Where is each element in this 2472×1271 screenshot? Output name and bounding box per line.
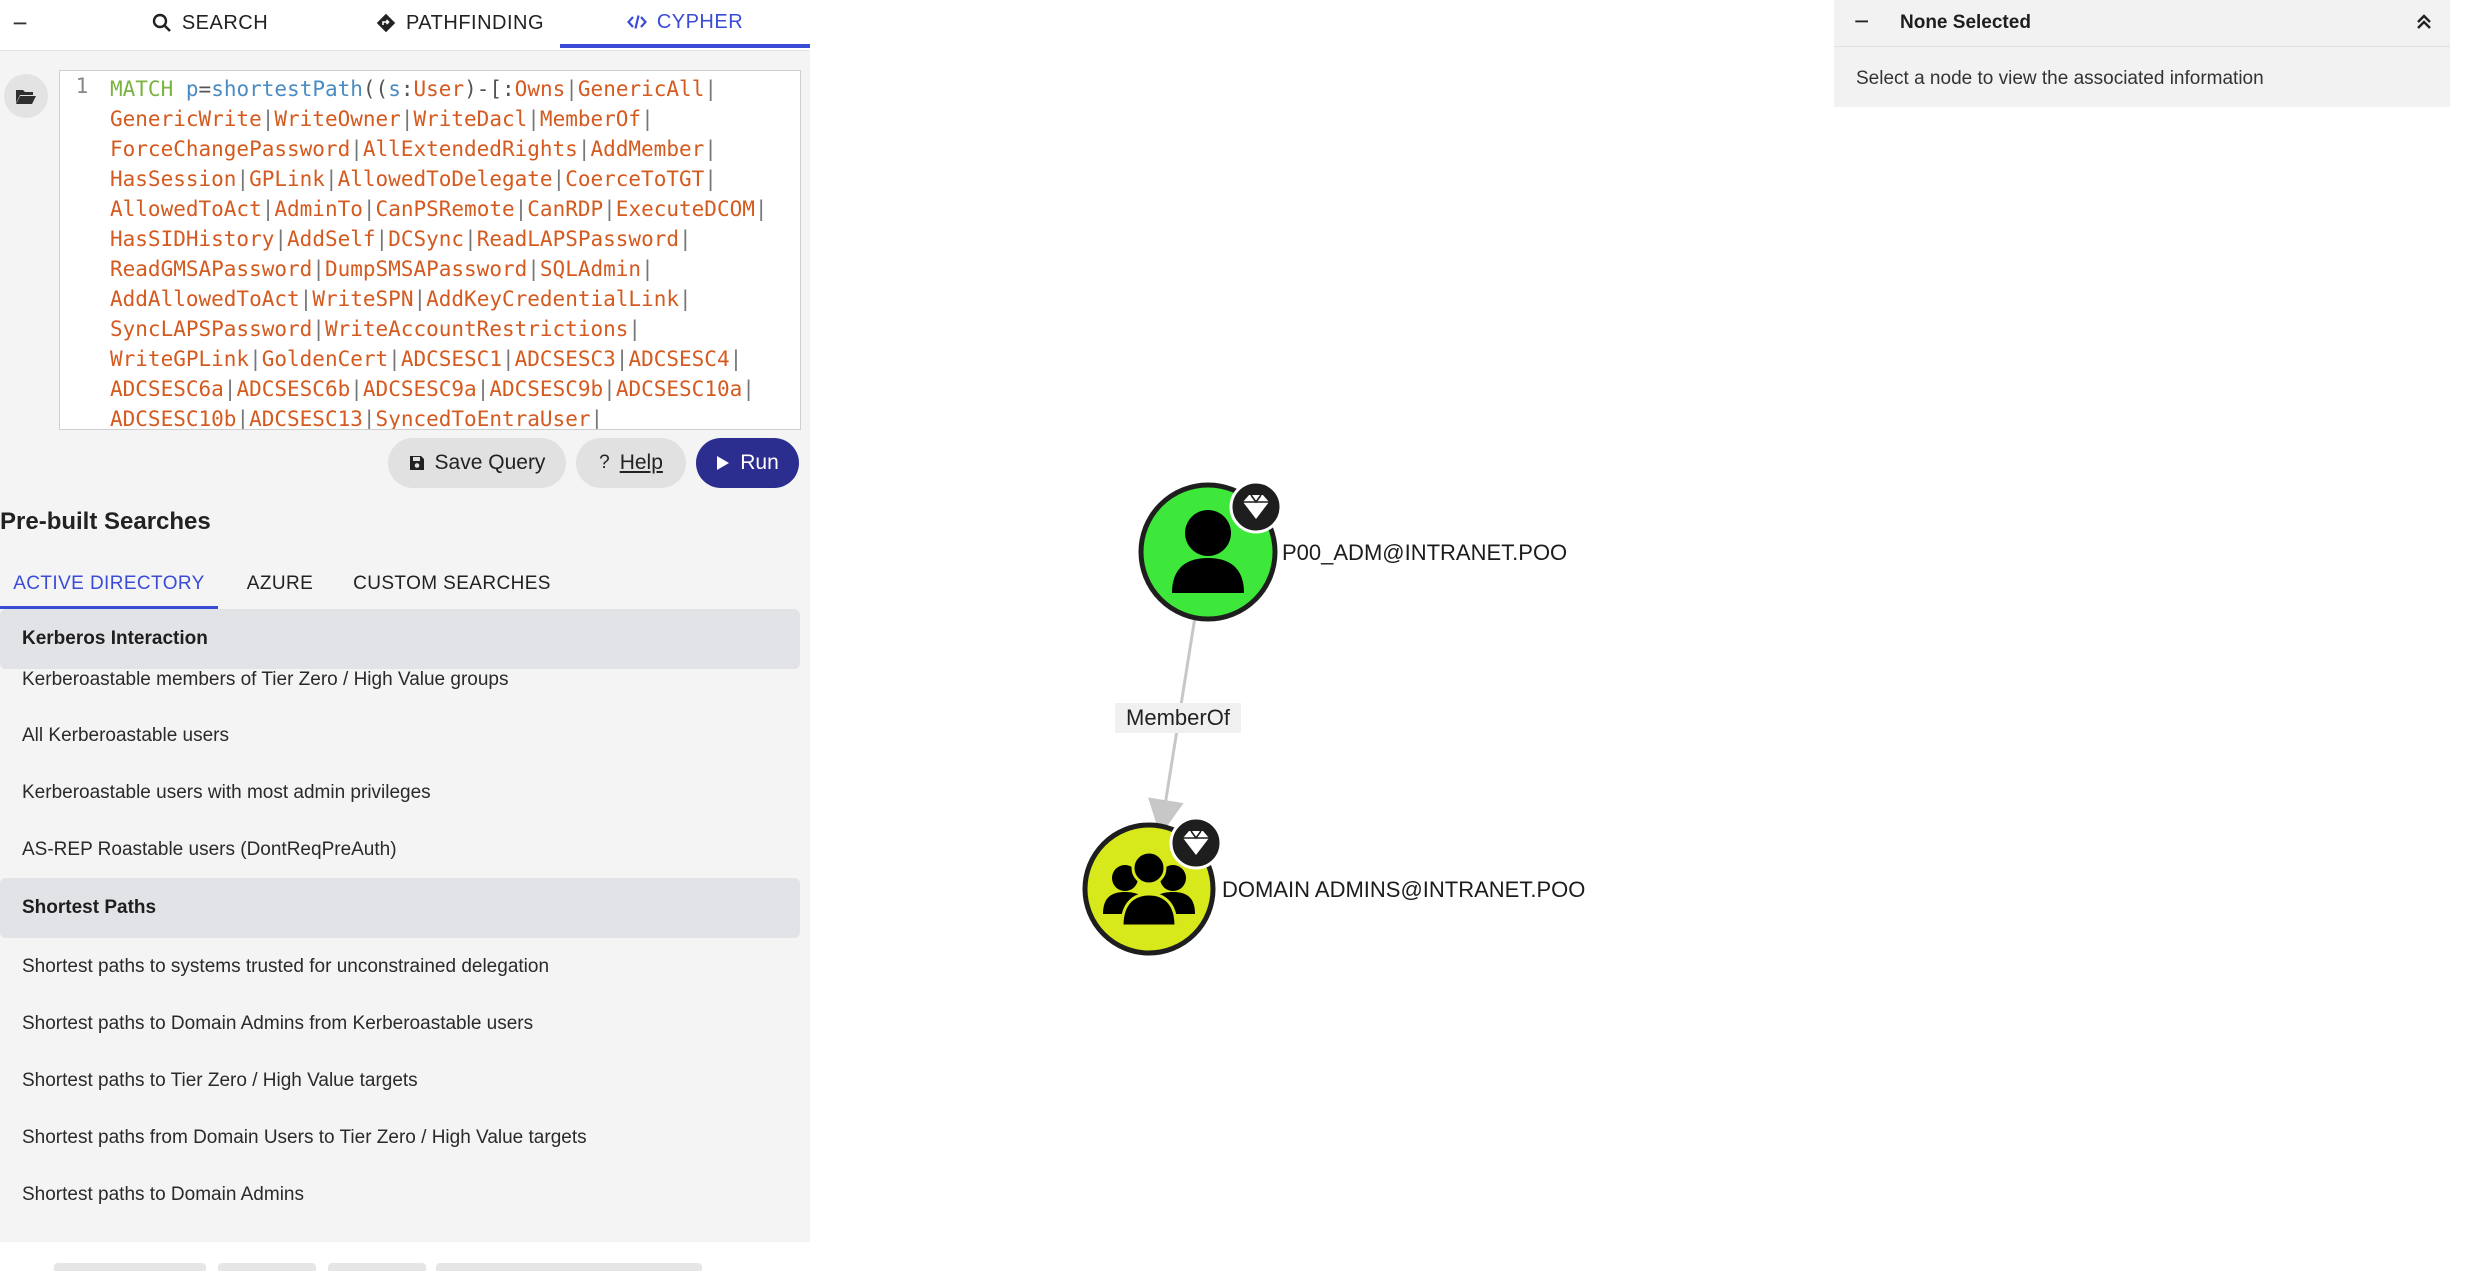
minimize-icon[interactable]: −: [1854, 6, 1869, 37]
group-node-label[interactable]: DOMAIN ADMINS@INTRANET.POO: [1222, 877, 1585, 903]
entity-info-message: Select a node to view the associated inf…: [1856, 67, 2264, 89]
user-node-label[interactable]: P00_ADM@INTRANET.POO: [1282, 540, 1567, 566]
tier-zero-gem-icon: [1169, 816, 1223, 870]
user-node[interactable]: [1138, 480, 1283, 622]
graph-canvas[interactable]: P00_ADM@INTRANET.POO MemberOf DOMAIN ADM…: [0, 0, 2472, 1271]
chevron-double-up-icon[interactable]: [2414, 12, 2434, 32]
edge-label-memberof[interactable]: MemberOf: [1115, 703, 1241, 733]
entity-info-header: − None Selected: [1834, 0, 2450, 47]
entity-info-title: None Selected: [1900, 12, 2031, 33]
entity-info-panel: − None Selected Select a node to view th…: [1834, 0, 2450, 107]
group-node[interactable]: [1082, 816, 1223, 956]
tier-zero-gem-icon: [1229, 480, 1283, 534]
graph-svg: [1082, 480, 1283, 956]
